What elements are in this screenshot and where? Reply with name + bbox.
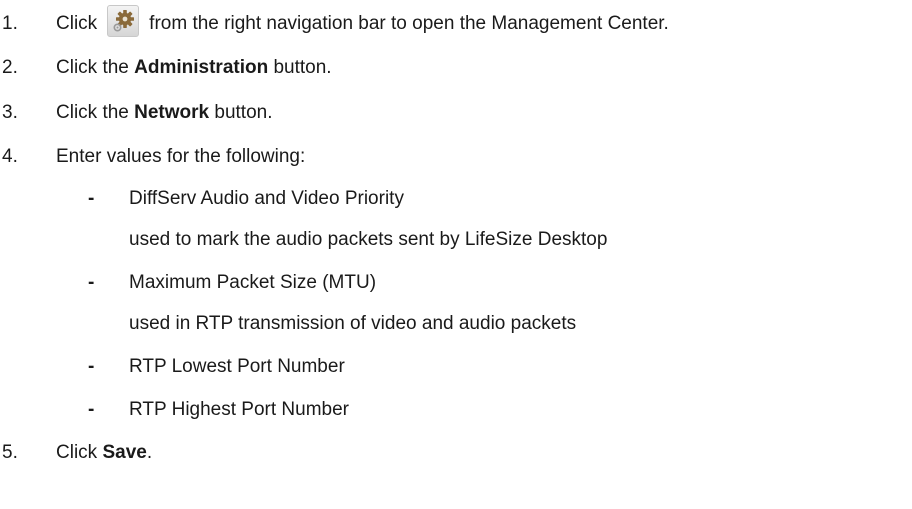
step-number: 3. (2, 102, 18, 123)
step-text: Click the Network button. (56, 100, 273, 126)
network-label: Network (134, 102, 210, 123)
step-text: Click from the right navigation bar to o… (56, 5, 669, 37)
bullet-dash: - (88, 356, 95, 377)
step-2-after: button. (268, 57, 332, 78)
step-5-before: Click (56, 442, 103, 463)
item-title: RTP Lowest Port Number (129, 356, 345, 377)
item-description: used in RTP transmission of video and au… (129, 313, 577, 334)
step-text: Enter values for the following: (56, 146, 306, 167)
bullet-dash: - (88, 188, 95, 209)
step-number: 5. (2, 442, 18, 463)
step-3-before: Click the (56, 102, 135, 123)
step-text: Click the Administration button. (56, 55, 332, 81)
step-3-after: button. (209, 102, 273, 123)
step-2-before: Click the (56, 57, 135, 78)
step-1-after: from the right navigation bar to open th… (149, 13, 669, 35)
bullet-dash: - (88, 272, 95, 293)
item-title: DiffServ Audio and Video Priority (129, 188, 404, 209)
item-description: used to mark the audio packets sent by L… (129, 229, 608, 250)
settings-button-image (107, 5, 140, 37)
instructions-document: 1. Click from the right navigation bar t… (0, 0, 912, 509)
step-5-after: . (146, 442, 153, 463)
step-number: 4. (2, 146, 18, 167)
gear-icon (113, 10, 135, 32)
save-label: Save (102, 442, 147, 463)
step-number: 2. (2, 57, 18, 78)
item-title: Maximum Packet Size (MTU) (129, 272, 377, 293)
step-1-before: Click (56, 13, 98, 35)
step-text: Click Save. (56, 440, 152, 466)
step-number: 1. (2, 13, 18, 34)
item-title: RTP Highest Port Number (129, 399, 349, 420)
bullet-dash: - (88, 399, 95, 420)
administration-label: Administration (134, 57, 269, 78)
